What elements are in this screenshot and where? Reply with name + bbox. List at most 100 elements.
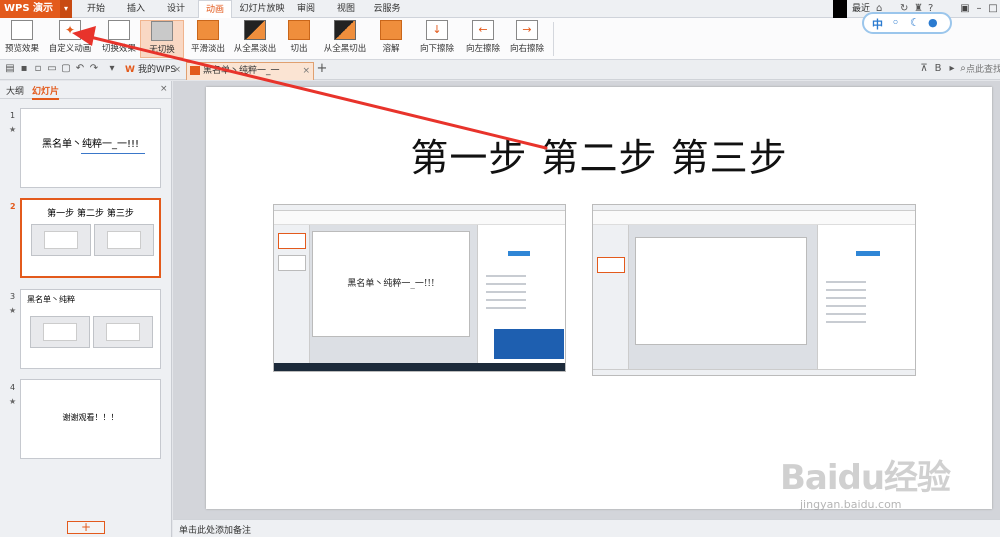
customize-dropdown-icon[interactable]: ▾ xyxy=(106,63,118,75)
dissolve-button[interactable]: 溶解 xyxy=(376,20,406,58)
arrow-right-icon: → xyxy=(516,20,538,40)
maximize-icon[interactable]: □ xyxy=(986,0,1000,18)
export-pdf-icon[interactable]: ▫ xyxy=(32,63,44,75)
undo-icon[interactable]: ↶ xyxy=(74,63,86,75)
wipe-left-button[interactable]: ← 向左擦除 xyxy=(464,20,502,58)
wipe-down-button[interactable]: ↓ 向下擦除 xyxy=(418,20,456,58)
transition-effect-button[interactable]: 切换效果 xyxy=(100,20,138,58)
tab-insert[interactable]: 插入 xyxy=(124,0,148,18)
tab-outline[interactable]: 大纲 xyxy=(6,84,24,97)
notes-placeholder[interactable]: 单击此处添加备注 xyxy=(179,523,251,536)
cut-button[interactable]: 切出 xyxy=(284,20,314,58)
menu-bar: WPS 演示 ▾ 开始 插入 设计 动画 幻灯片放映 审阅 视图 云服务 最近 … xyxy=(0,0,1000,19)
thumb-title: 黑名单丶纯粹一_一!!! xyxy=(41,139,140,150)
embedded-text: 黑名单丶纯粹一_一!!! xyxy=(347,279,435,289)
open-folder-icon[interactable]: ▤ xyxy=(4,63,16,75)
wps-logo-icon: W xyxy=(125,65,135,75)
notes-bar[interactable]: 单击此处添加备注 xyxy=(173,519,1000,537)
embedded-screenshot-1[interactable]: 黑名单丶纯粹一_一!!! xyxy=(273,204,566,372)
thumb-screenshot xyxy=(94,224,154,256)
doc-tab-current[interactable]: 黑名单丶纯粹一_一 × xyxy=(186,62,314,80)
tab-design[interactable]: 设计 xyxy=(164,0,188,18)
save-icon[interactable]: ▪ xyxy=(18,63,30,75)
print-icon[interactable]: ▭ xyxy=(46,63,58,75)
punctuation-icon[interactable]: ◦ xyxy=(892,16,899,29)
no-transition-icon xyxy=(151,21,173,41)
search-input[interactable] xyxy=(966,62,1000,77)
preview-effect-button[interactable]: 预览效果 xyxy=(2,20,42,58)
thumb-title: 第一步 第二步 第三步 xyxy=(47,209,134,219)
custom-animation-button[interactable]: ✦ 自定义动画 xyxy=(48,20,92,58)
tab-home[interactable]: 开始 xyxy=(84,0,108,18)
ime-mode[interactable]: 中 xyxy=(872,16,883,32)
fade-icon xyxy=(197,20,219,40)
slide-thumbnail-1[interactable]: 黑名单丶纯粹一_一!!! xyxy=(20,108,161,188)
star-icon: ✦ xyxy=(59,20,81,40)
tab-slides[interactable]: 幻灯片 xyxy=(32,84,60,100)
button-label: 切出 xyxy=(290,44,308,54)
moon-icon[interactable]: ☾ xyxy=(910,16,920,29)
slide-thumbnail-2[interactable]: 第一步 第二步 第三步 xyxy=(20,198,161,278)
tab-slideshow[interactable]: 幻灯片放映 xyxy=(238,0,286,18)
tab-animation[interactable]: 动画 xyxy=(198,0,232,19)
button-label: 向左擦除 xyxy=(465,44,500,54)
watermark-url: jingyan.baidu.com xyxy=(800,498,902,511)
doc-tab-label: 我的WPS xyxy=(138,65,177,75)
minimize-icon[interactable]: – xyxy=(972,0,986,18)
tab-review[interactable]: 审阅 xyxy=(294,0,318,18)
presentation-file-icon xyxy=(190,66,200,75)
button-label: 从全黑淡出 xyxy=(233,44,277,54)
close-icon[interactable]: × xyxy=(160,84,168,94)
app-name: WPS 演示 xyxy=(4,3,54,14)
app-menu-button[interactable]: WPS 演示 ▾ xyxy=(0,0,72,18)
slide-thumbnail-3[interactable]: 黑名单丶纯粹 xyxy=(20,289,161,369)
restore-icon[interactable]: ▣ xyxy=(958,0,972,18)
button-label: 无切换 xyxy=(149,45,175,55)
underline-decoration xyxy=(81,153,145,154)
redo-icon[interactable]: ↷ xyxy=(88,63,100,75)
transition-icon xyxy=(108,20,130,40)
add-slide-button[interactable]: + xyxy=(67,521,105,534)
ime-toolbar[interactable]: 中 ◦ ☾ ● xyxy=(862,12,952,34)
tab-cloud[interactable]: 云服务 xyxy=(372,0,402,18)
slide-number: 4 xyxy=(10,383,16,392)
slide-thumbnail-4[interactable]: 谢谢观看！！！ xyxy=(20,379,161,459)
black-block xyxy=(833,0,847,18)
ribbon: 预览效果 ✦ 自定义动画 切换效果 无切换 平滑淡出 从全黑淡出 切出 从全黑切… xyxy=(0,18,1000,60)
chevron-down-icon[interactable]: ▾ xyxy=(60,0,72,18)
slide-title[interactable]: 第一步 第二步 第三步 xyxy=(206,127,992,182)
thumb-screenshot xyxy=(93,316,153,348)
button-label: 向右擦除 xyxy=(509,44,544,54)
embedded-screenshot-2[interactable] xyxy=(592,204,916,376)
format-icon[interactable]: B xyxy=(932,63,944,75)
thumb-title: 黑名单丶纯粹 xyxy=(27,295,75,304)
cut-through-black-button[interactable]: 从全黑切出 xyxy=(322,20,368,58)
button-label: 溶解 xyxy=(382,44,400,54)
pin-icon[interactable]: ⊼ xyxy=(918,63,930,75)
window-controls: ▣ – □ xyxy=(958,0,1000,18)
button-label: 平滑淡出 xyxy=(190,44,225,54)
button-label: 自定义动画 xyxy=(48,44,92,54)
arrow-down-icon: ↓ xyxy=(426,20,448,40)
print-preview-icon[interactable]: ▢ xyxy=(60,63,72,75)
no-transition-button[interactable]: 无切换 xyxy=(140,20,184,58)
button-label: 从全黑切出 xyxy=(323,44,367,54)
fade-through-black-button[interactable]: 从全黑淡出 xyxy=(232,20,278,58)
fade-smooth-button[interactable]: 平滑淡出 xyxy=(188,20,228,58)
cut-black-icon xyxy=(334,20,356,40)
doc-tab-label: 黑名单丶纯粹一_一 xyxy=(203,66,280,76)
close-icon[interactable]: × xyxy=(302,63,310,79)
watermark-brand: Baidu经验 xyxy=(780,458,951,498)
baidu-watermark: Baidu经验 jingyan.baidu.com xyxy=(760,420,960,520)
panel-tabs: 大纲 幻灯片 × xyxy=(0,81,172,100)
close-icon[interactable]: × xyxy=(173,62,181,78)
slide-number: 1 xyxy=(10,111,16,120)
slide-number: 2 xyxy=(10,202,16,211)
doc-tab-mywps[interactable]: W 我的WPS × xyxy=(122,62,184,80)
tab-view[interactable]: 视图 xyxy=(334,0,358,18)
fade-black-icon xyxy=(244,20,266,40)
new-tab-button[interactable]: + xyxy=(316,62,328,75)
button-label: 切换效果 xyxy=(101,44,136,54)
wipe-right-button[interactable]: → 向右擦除 xyxy=(508,20,546,58)
skin-icon[interactable]: ● xyxy=(928,16,938,29)
